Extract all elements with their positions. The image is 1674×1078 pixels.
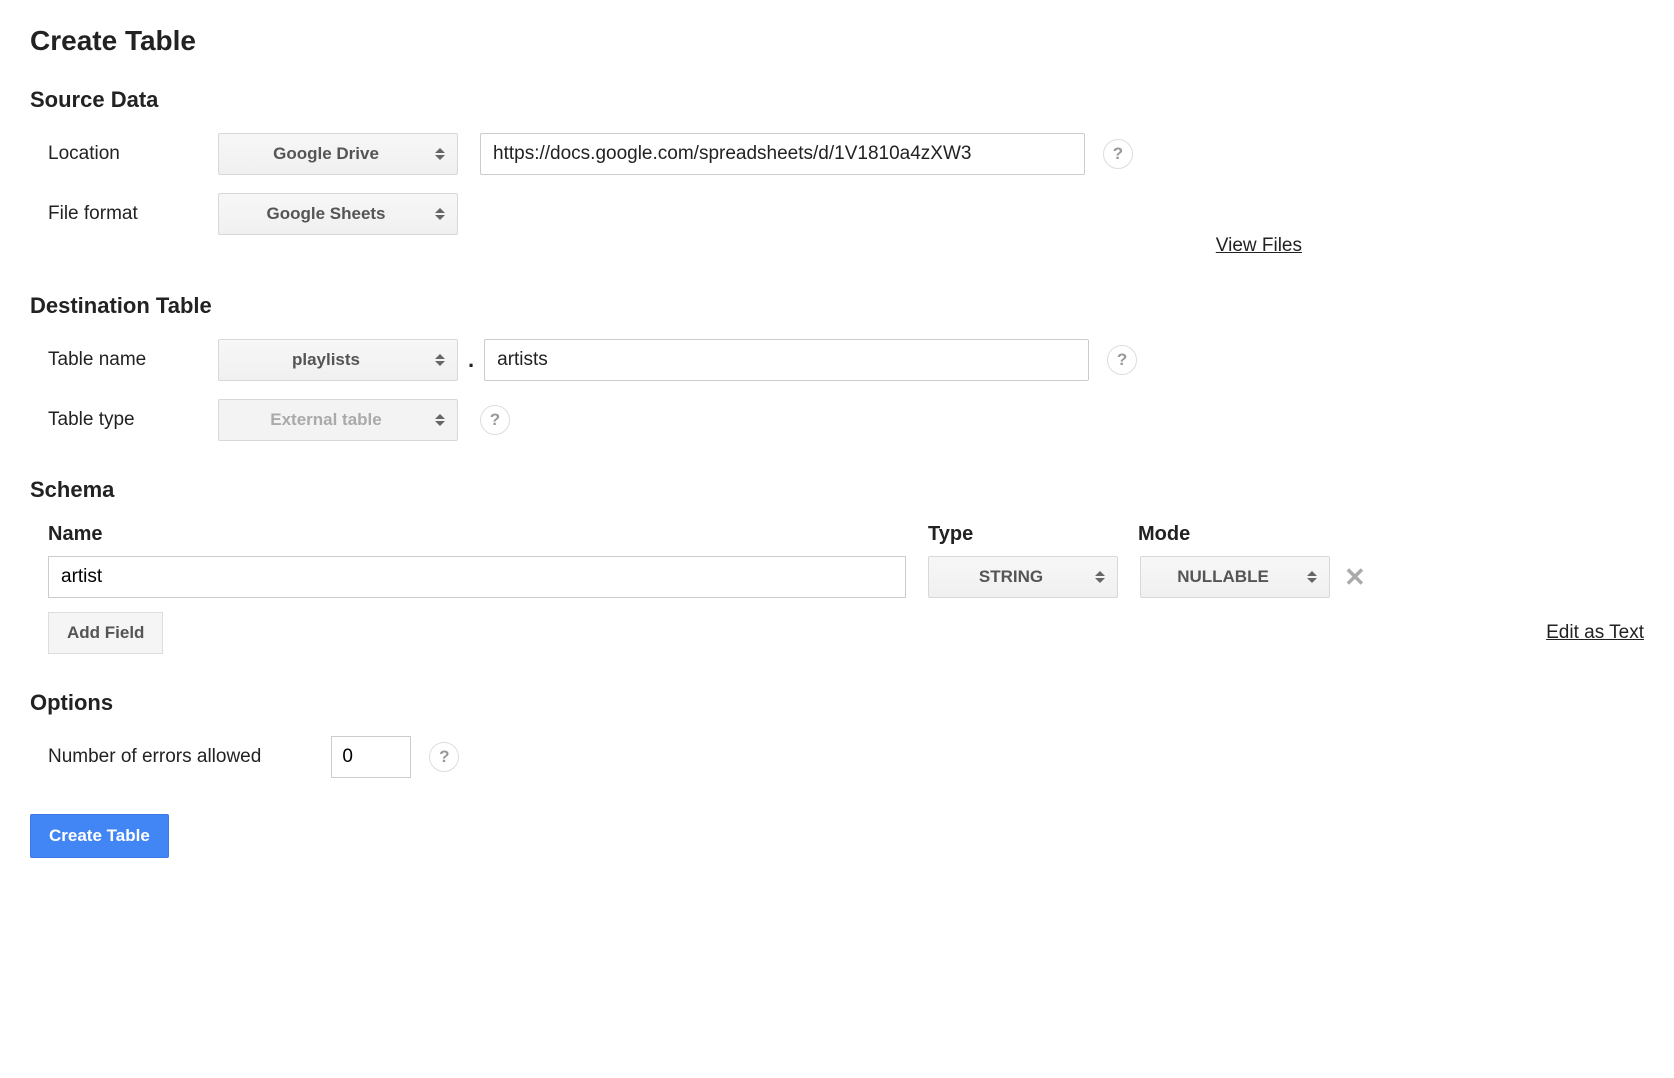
table-type-label: Table type [48,409,218,431]
schema-mode-header: Mode [1138,523,1190,546]
location-label: Location [48,143,218,165]
remove-field-icon[interactable]: ✕ [1344,562,1366,593]
location-select[interactable]: Google Drive [218,133,458,175]
dot-separator: . [458,347,484,373]
options-section: Options Number of errors allowed ? [30,690,1644,778]
schema-actions-row: Add Field Edit as Text [30,612,1644,654]
errors-label: Number of errors allowed [48,746,261,768]
schema-field-mode-select[interactable]: NULLABLE [1140,556,1330,598]
table-name-input[interactable] [484,339,1089,381]
schema-type-header: Type [928,523,1138,546]
schema-field-type-select[interactable]: STRING [928,556,1118,598]
schema-name-header: Name [48,523,928,546]
help-icon[interactable]: ? [1103,139,1133,169]
file-format-select[interactable]: Google Sheets [218,193,458,235]
file-format-row: File format Google Sheets [30,193,1644,235]
source-data-section: Source Data Location Google Drive ? File… [30,87,1644,257]
updown-icon [1095,571,1105,583]
help-icon[interactable]: ? [480,405,510,435]
schema-header-row: Name Type Mode [30,523,1644,546]
source-data-heading: Source Data [30,87,1644,113]
table-type-row: Table type External table ? [30,399,1644,441]
table-type-select: External table [218,399,458,441]
file-format-label: File format [48,203,218,225]
table-type-select-value: External table [270,410,382,430]
dataset-select[interactable]: playlists [218,339,458,381]
location-row: Location Google Drive ? [30,133,1644,175]
updown-icon [435,414,445,426]
schema-section: Schema Name Type Mode STRING NULLABLE ✕ … [30,477,1644,654]
table-name-row: Table name playlists . ? [30,339,1644,381]
options-heading: Options [30,690,1644,716]
updown-icon [435,354,445,366]
schema-field-row: STRING NULLABLE ✕ [30,556,1644,598]
view-files-link[interactable]: View Files [1216,235,1302,257]
schema-heading: Schema [30,477,1644,503]
add-field-button[interactable]: Add Field [48,612,163,654]
schema-field-type-value: STRING [979,567,1043,587]
updown-icon [1307,571,1317,583]
page-title: Create Table [30,25,1644,57]
schema-field-mode-value: NULLABLE [1177,567,1269,587]
schema-field-name-input[interactable] [48,556,906,598]
dataset-select-value: playlists [292,350,360,370]
destination-section: Destination Table Table name playlists .… [30,293,1644,441]
errors-input[interactable] [331,736,411,778]
help-icon[interactable]: ? [429,742,459,772]
updown-icon [435,148,445,160]
file-format-select-value: Google Sheets [266,204,385,224]
edit-as-text-link[interactable]: Edit as Text [1546,622,1644,644]
create-table-button[interactable]: Create Table [30,814,169,858]
destination-heading: Destination Table [30,293,1644,319]
table-name-label: Table name [48,349,218,371]
updown-icon [435,208,445,220]
location-select-value: Google Drive [273,144,379,164]
location-url-input[interactable] [480,133,1085,175]
errors-row: Number of errors allowed ? [30,736,1644,778]
help-icon[interactable]: ? [1107,345,1137,375]
